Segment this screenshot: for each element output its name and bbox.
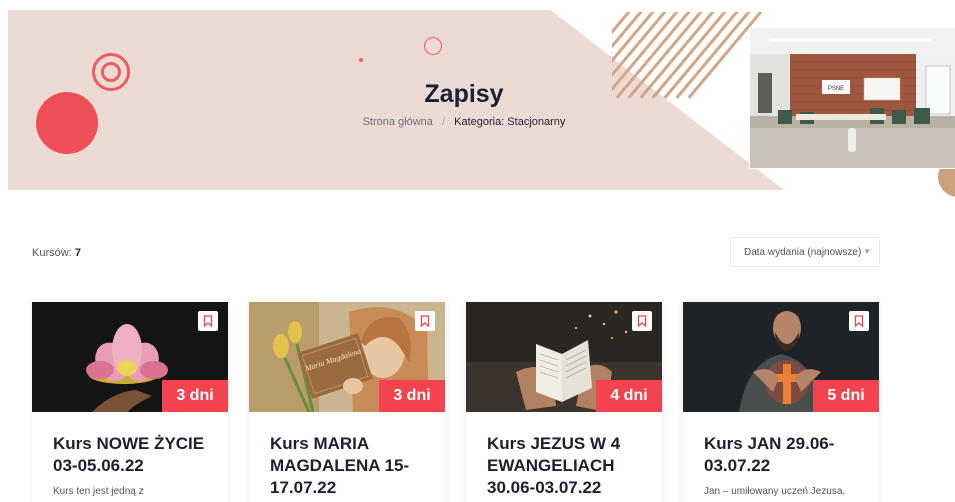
bookmark-icon [420,315,430,327]
bookmark-icon [854,315,864,327]
course-card[interactable]: 4 dni Kurs JEZUS W 4 EWANGELIACH 30.06-0… [466,302,662,502]
breadcrumb-current: Kategoria: Stacjonarny [454,116,566,128]
bookmark-icon [637,315,647,327]
bookmark-button[interactable] [849,311,869,331]
chevron-down-icon: ▼ [863,247,871,256]
course-image-jan[interactable]: 5 dni [683,302,879,412]
course-count-label: Kursów: [32,247,72,259]
bookmark-button[interactable] [198,311,218,331]
course-count: Kursów: 7 [32,247,81,259]
course-card[interactable]: Maria Magdalena 3 dni Kurs MARIA MAGDALE… [249,302,445,502]
course-title-link[interactable]: Kurs MARIA MAGDALENA 15-17.07.22 [270,433,430,499]
bookmark-icon [203,315,213,327]
decorative-ring-inner [101,62,121,82]
course-image-bible[interactable]: 4 dni [466,302,662,412]
course-duration-badge: 4 dni [596,380,662,412]
course-card[interactable]: 5 dni Kurs JAN 29.06-03.07.22 Jan – umił… [683,302,879,502]
course-duration-badge: 5 dni [813,380,879,412]
breadcrumb-separator: / [441,116,446,128]
breadcrumb-home-link[interactable]: Strona główna [363,116,433,128]
course-description: Jan – umiłowany uczeń Jezusa, [704,486,846,497]
decorative-dot [359,58,363,62]
course-image-maria[interactable]: Maria Magdalena 3 dni [249,302,445,412]
decorative-ring-small [424,37,442,55]
course-title-link[interactable]: Kurs JAN 29.06-03.07.22 [704,433,864,477]
course-image-lotus[interactable]: 3 dni [32,302,228,412]
course-description: Kurs ten jest jedną z [53,486,144,497]
sort-select[interactable]: Data wydania (najnowsze) ▼ [730,237,880,267]
sort-select-value: Data wydania (najnowsze) [744,246,862,258]
course-title-link[interactable]: Kurs NOWE ŻYCIE 03-05.06.22 [53,433,213,477]
decorative-red-blob [36,92,98,154]
bookmark-button[interactable] [632,311,652,331]
course-count-value: 7 [74,247,81,259]
course-title-link[interactable]: Kurs JEZUS W 4 EWANGELIACH 30.06-03.07.2… [487,433,647,499]
bookmark-button[interactable] [415,311,435,331]
course-card[interactable]: 3 dni Kurs NOWE ŻYCIE 03-05.06.22 Kurs t… [32,302,228,502]
room-sign-text: PSNE [828,86,844,92]
course-duration-badge: 3 dni [162,380,228,412]
course-duration-badge: 3 dni [379,380,445,412]
classroom-photo: PSNE [750,28,955,168]
